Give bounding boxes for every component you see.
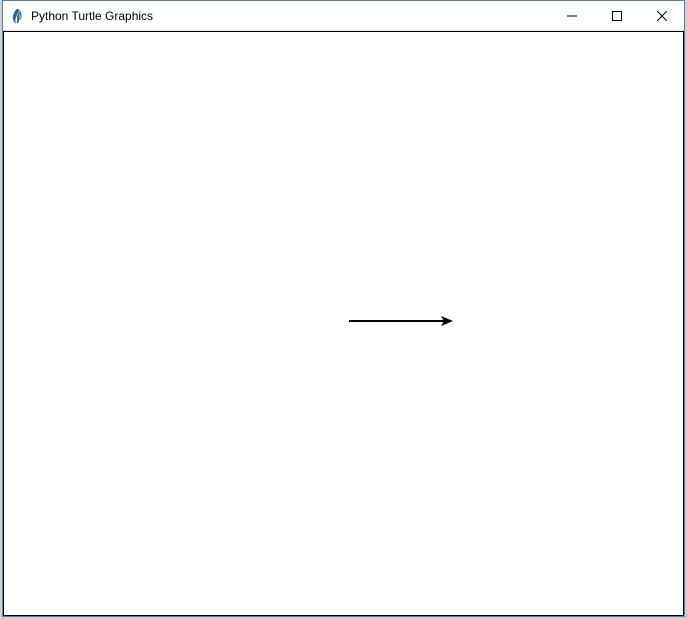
app-window: Python Turtle Graphics <box>2 0 685 617</box>
tk-feather-icon <box>9 8 25 24</box>
window-title: Python Turtle Graphics <box>31 9 549 23</box>
turtle-cursor-icon <box>439 311 459 336</box>
close-button[interactable] <box>639 1 684 30</box>
drawn-line <box>349 320 449 322</box>
minimize-button[interactable] <box>549 1 594 30</box>
titlebar[interactable]: Python Turtle Graphics <box>3 1 684 31</box>
maximize-button[interactable] <box>594 1 639 30</box>
window-controls <box>549 1 684 30</box>
canvas-content <box>4 32 683 615</box>
turtle-canvas <box>3 31 684 616</box>
